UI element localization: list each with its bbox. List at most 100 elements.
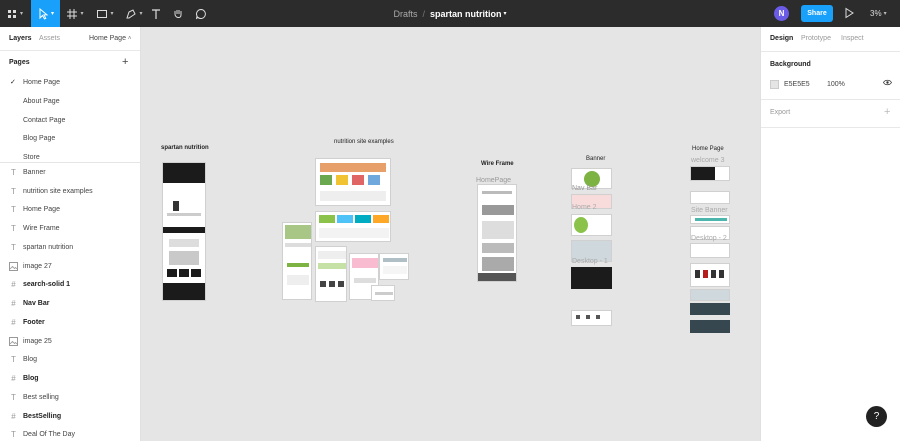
- layer-name: Blog: [23, 355, 38, 363]
- layer-row[interactable]: T Best selling: [0, 388, 140, 406]
- frame-layer-icon: #: [11, 298, 16, 308]
- text-layer-icon: T: [11, 167, 16, 177]
- example-frame-3[interactable]: [282, 222, 312, 300]
- placeholder-bar: [695, 218, 727, 221]
- home-frame-3[interactable]: [690, 215, 730, 224]
- tab-prototype[interactable]: Prototype: [801, 35, 831, 42]
- banner-frame-2[interactable]: [571, 214, 612, 236]
- pen-tool-button[interactable]: ▾: [121, 0, 147, 27]
- placeholder-block: [482, 257, 514, 271]
- placeholder-block: [482, 221, 514, 239]
- home-frame-7[interactable]: [690, 289, 730, 301]
- layer-row[interactable]: T Wire Frame: [0, 219, 140, 237]
- page-item-home[interactable]: ✓ Home Page: [0, 73, 140, 91]
- layer-row[interactable]: T Home Page: [0, 200, 140, 218]
- layer-row[interactable]: # search-solid 1: [0, 275, 140, 293]
- frame-layer-icon: #: [11, 317, 16, 327]
- placeholder-tile: [373, 215, 389, 223]
- layer-row[interactable]: image 27: [0, 257, 140, 275]
- export-divider: [761, 127, 900, 128]
- layer-row[interactable]: # BestSelling: [0, 407, 140, 425]
- placeholder-bar: [482, 191, 512, 194]
- example-frame-6[interactable]: [379, 253, 409, 280]
- shape-tool-button[interactable]: ▾: [92, 0, 118, 27]
- avatar[interactable]: N: [774, 6, 789, 21]
- banner-frame-4[interactable]: [571, 310, 612, 326]
- hand-icon: [174, 9, 182, 18]
- background-opacity-field[interactable]: 100%: [827, 81, 845, 88]
- frame-label-banner[interactable]: Banner: [586, 156, 605, 162]
- frame-tool-button[interactable]: ▾: [62, 0, 88, 27]
- frame-label-homepage[interactable]: Home Page: [692, 146, 724, 152]
- layer-name: Footer: [23, 318, 45, 326]
- add-page-icon[interactable]: +: [122, 56, 128, 68]
- example-frame-4[interactable]: [315, 246, 347, 302]
- page-item-blog[interactable]: Blog Page: [0, 129, 140, 147]
- text-layer-icon: T: [11, 392, 16, 402]
- layer-row[interactable]: # Nav Bar: [0, 294, 140, 312]
- layer-row[interactable]: # Footer: [0, 313, 140, 331]
- home-frame-1[interactable]: [690, 166, 730, 181]
- layer-row[interactable]: T Deal Of The Day: [0, 425, 140, 441]
- add-export-icon[interactable]: +: [884, 106, 890, 118]
- chevron-down-icon[interactable]: ▾: [504, 10, 507, 17]
- home-frame-5[interactable]: [690, 243, 730, 258]
- layer-row[interactable]: T Blog: [0, 350, 140, 368]
- home-frame-2[interactable]: [690, 191, 730, 204]
- home-footer-frame[interactable]: [690, 320, 730, 333]
- placeholder-bar: [375, 292, 393, 295]
- placeholder-banner: [320, 163, 386, 172]
- placeholder-block: [318, 263, 346, 269]
- layer-row[interactable]: # Blog: [0, 369, 140, 387]
- text-tool-button[interactable]: [148, 0, 164, 27]
- page-item-about[interactable]: About Page: [0, 92, 140, 110]
- tab-layers[interactable]: Layers: [9, 35, 32, 42]
- background-heading: Background: [770, 61, 811, 68]
- share-button[interactable]: Share: [801, 5, 833, 22]
- background-color-swatch[interactable]: [770, 80, 779, 89]
- zoom-control[interactable]: 3% ▾: [870, 0, 887, 27]
- page-item-contact[interactable]: Contact Page: [0, 111, 140, 129]
- text-layer-icon: T: [11, 354, 16, 364]
- help-button[interactable]: ?: [866, 406, 887, 427]
- example-frame-7[interactable]: [371, 285, 395, 301]
- layer-name: Blog: [23, 374, 39, 382]
- placeholder-tile: [352, 175, 364, 185]
- layer-row[interactable]: T nutrition site examples: [0, 182, 140, 200]
- main-menu-button[interactable]: ▾: [0, 0, 29, 27]
- home-frame-8[interactable]: [690, 303, 730, 315]
- tab-design[interactable]: Design: [770, 35, 793, 42]
- home-ghost-desktop: Desktop - 2: [691, 235, 727, 242]
- page-item-label: Blog Page: [23, 134, 56, 142]
- spartan-mockup-frame[interactable]: [162, 162, 206, 301]
- banner-frame-dark[interactable]: [571, 267, 612, 289]
- file-name[interactable]: spartan nutrition: [430, 9, 502, 19]
- chevron-up-icon: ˄: [127, 36, 132, 42]
- present-button[interactable]: [844, 7, 855, 21]
- frame-label-spartan[interactable]: spartan nutrition: [161, 145, 209, 151]
- layer-row[interactable]: T Banner: [0, 163, 140, 181]
- example-frame-1[interactable]: [315, 158, 391, 206]
- wireframe-frame[interactable]: [477, 184, 517, 282]
- current-page-selector[interactable]: Home Page ˄: [89, 35, 131, 42]
- hand-tool-button[interactable]: [170, 0, 186, 27]
- placeholder-block: [169, 239, 199, 247]
- visibility-eye-icon[interactable]: [883, 79, 892, 88]
- breadcrumb-drafts[interactable]: Drafts: [393, 9, 417, 19]
- rectangle-icon: [97, 9, 108, 18]
- layer-row[interactable]: T spartan nutrition: [0, 238, 140, 256]
- design-canvas[interactable]: spartan nutrition nutrition site example…: [141, 27, 760, 441]
- background-hex-field[interactable]: E5E5E5: [784, 81, 810, 88]
- tab-assets[interactable]: Assets: [39, 35, 60, 42]
- example-frame-2[interactable]: [315, 211, 391, 242]
- cursor-arrow-icon: [39, 7, 49, 20]
- frame-label-wireframe[interactable]: Wire Frame: [481, 161, 514, 167]
- frame-label-examples[interactable]: nutrition site examples: [334, 139, 394, 145]
- home-frame-6[interactable]: [690, 263, 730, 287]
- move-tool-button[interactable]: ▾: [31, 0, 60, 27]
- layer-row[interactable]: image 25: [0, 332, 140, 350]
- comment-tool-button[interactable]: [193, 0, 209, 27]
- placeholder-dot: [596, 315, 600, 319]
- dark-band: [163, 227, 205, 233]
- tab-inspect[interactable]: Inspect: [841, 35, 864, 42]
